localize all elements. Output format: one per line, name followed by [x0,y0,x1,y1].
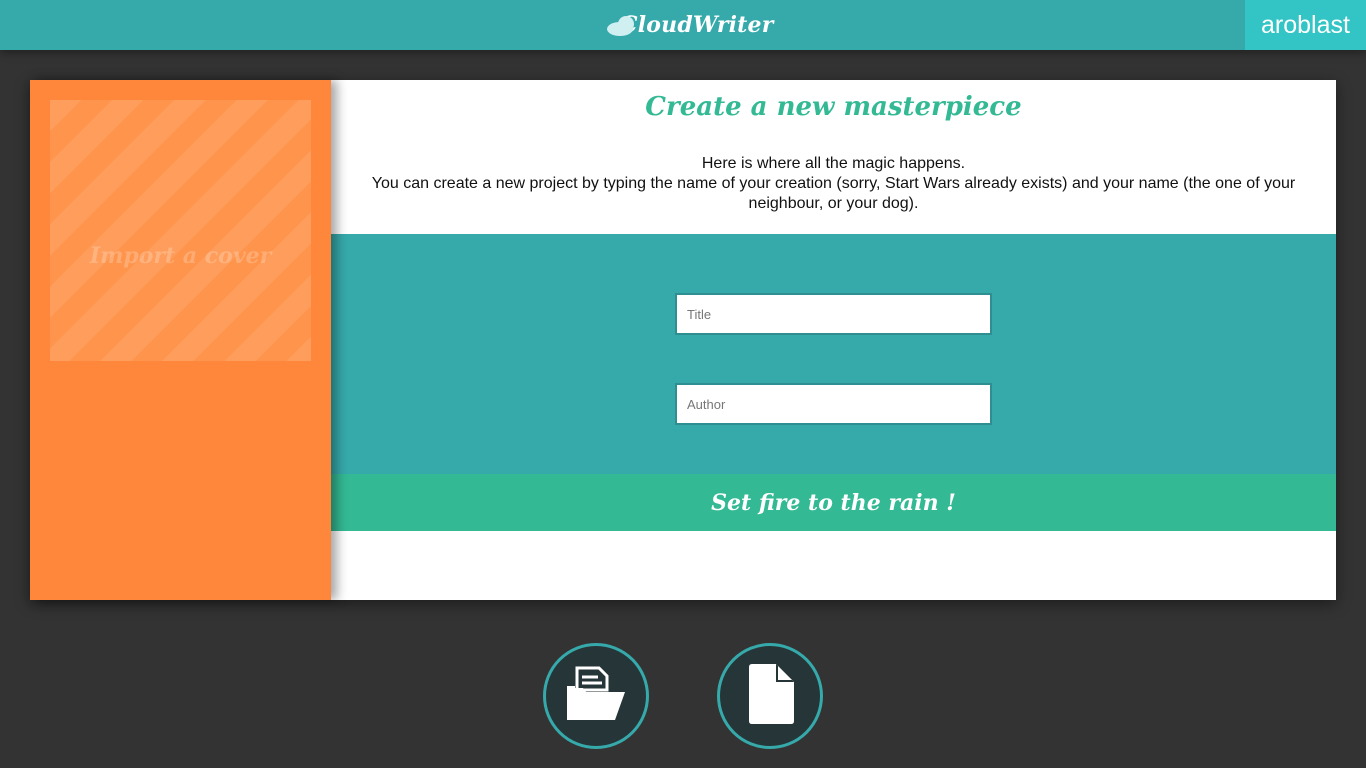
user-menu[interactable]: aroblast [1245,0,1366,50]
author-input[interactable] [675,383,992,425]
new-project-button[interactable] [717,643,823,749]
create-project-button[interactable]: Set fire to the rain ! [331,474,1336,531]
cloud-icon [606,14,642,36]
open-project-button[interactable] [543,643,649,749]
top-bar: CloudWriter aroblast [0,0,1366,50]
page-title: Create a new masterpiece [645,92,1022,122]
folder-open-icon [565,664,627,728]
import-cover-label: Import a cover [89,242,272,269]
description-line-2: You can create a new project by typing t… [371,175,1296,212]
form-area [331,234,1336,474]
description-line-1: Here is where all the magic happens. [701,155,966,172]
new-project-card: Import a cover Create a new masterpiece … [30,80,1336,600]
project-form-panel: Create a new masterpiece Here is where a… [331,80,1336,600]
page-description: Here is where all the magic happens. You… [341,154,1326,214]
cover-panel: Import a cover [30,80,331,600]
import-cover-dropzone[interactable]: Import a cover [50,100,311,361]
app-logo[interactable]: CloudWriter [606,9,774,41]
app-logo-text: CloudWriter [620,12,774,38]
new-file-icon [745,663,795,729]
title-input[interactable] [675,293,992,335]
